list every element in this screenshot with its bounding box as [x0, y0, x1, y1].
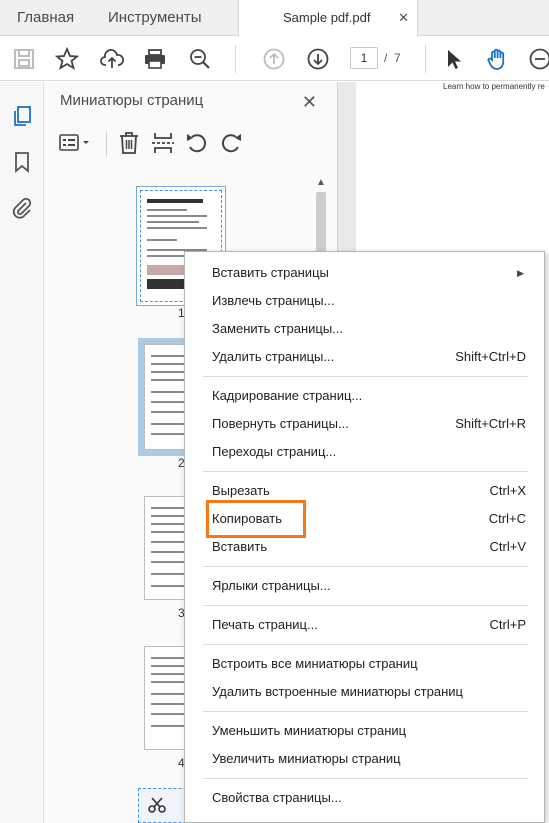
tab-home[interactable]: Главная — [17, 0, 74, 36]
select-arrow-icon[interactable] — [442, 47, 466, 71]
menu-item-delete-pages[interactable]: Удалить страницы... Shift+Ctrl+D — [185, 344, 544, 370]
menu-item-page-transitions[interactable]: Переходы страниц... — [185, 439, 544, 465]
menu-item-page-labels[interactable]: Ярлыки страницы... — [185, 573, 544, 599]
toolbar: 1 / 7 — [0, 37, 549, 81]
hand-tool-icon[interactable] — [485, 47, 509, 71]
toolbar-divider — [235, 45, 236, 73]
tab-document[interactable]: Sample pdf.pdf ✕ — [238, 0, 418, 37]
menu-separator — [203, 605, 528, 606]
rotate-cw-icon[interactable] — [218, 130, 244, 156]
menu-item-copy[interactable]: Копировать Ctrl+C — [185, 500, 544, 538]
zoom-out-icon[interactable] — [528, 47, 549, 71]
context-menu: Вставить страницы ▶ Извлечь страницы... … — [184, 251, 545, 823]
menu-item-replace-pages[interactable]: Заменить страницы... — [185, 316, 544, 342]
menu-item-enlarge-thumbnails[interactable]: Увеличить миниатюры страниц — [185, 746, 544, 772]
toolbar-divider — [425, 45, 426, 73]
menu-item-print-pages[interactable]: Печать страниц... Ctrl+P — [185, 612, 544, 638]
page-separator: / — [384, 51, 388, 65]
menu-separator — [203, 566, 528, 567]
menu-item-embed-thumbnails[interactable]: Встроить все миниатюры страниц — [185, 651, 544, 677]
menu-separator — [203, 376, 528, 377]
save-icon[interactable] — [12, 47, 36, 71]
menu-separator — [203, 471, 528, 472]
menu-item-reduce-thumbnails[interactable]: Уменьшить миниатюры страниц — [185, 718, 544, 744]
page-up-icon[interactable] — [262, 47, 286, 71]
rotate-ccw-icon[interactable] — [184, 130, 210, 156]
page-down-icon[interactable] — [306, 47, 330, 71]
print-icon[interactable] — [143, 47, 167, 71]
menu-separator — [203, 644, 528, 645]
page-total: 7 — [394, 51, 401, 65]
menu-item-paste[interactable]: Вставить Ctrl+V — [185, 534, 544, 560]
trash-icon[interactable] — [116, 130, 142, 156]
tab-bar: Главная Инструменты Sample pdf.pdf ✕ — [0, 0, 549, 37]
menu-separator — [203, 711, 528, 712]
tab-document-title: Sample pdf.pdf — [283, 10, 371, 25]
menu-item-extract-pages[interactable]: Извлечь страницы... — [185, 288, 544, 314]
menu-separator — [203, 778, 528, 779]
document-text: Learn how to permanently re — [443, 82, 545, 91]
menu-item-page-properties[interactable]: Свойства страницы... — [185, 785, 544, 811]
tab-close-icon[interactable]: ✕ — [398, 0, 409, 36]
submenu-arrow-icon: ▶ — [517, 268, 524, 278]
zoom-out-search-icon[interactable] — [188, 47, 212, 71]
menu-item-cut[interactable]: Вырезать Ctrl+X — [185, 478, 544, 504]
scissors-icon — [147, 795, 167, 815]
menu-item-crop-pages[interactable]: Кадрирование страниц... — [185, 383, 544, 409]
panel-close-icon[interactable]: ✕ — [302, 92, 317, 113]
page-number-input[interactable]: 1 — [350, 47, 378, 69]
menu-item-rotate-pages[interactable]: Повернуть страницы... Shift+Ctrl+R — [185, 411, 544, 437]
pages-icon[interactable] — [10, 104, 34, 128]
menu-item-insert-pages[interactable]: Вставить страницы ▶ — [185, 260, 544, 286]
menu-item-remove-embedded-thumbnails[interactable]: Удалить встроенные миниатюры страниц — [185, 679, 544, 705]
panel-title: Миниатюры страниц — [60, 92, 204, 109]
panel-toolbar-divider — [106, 132, 107, 156]
tab-tools[interactable]: Инструменты — [108, 0, 202, 36]
star-icon[interactable] — [54, 46, 80, 71]
insert-page-icon[interactable] — [150, 130, 176, 156]
bookmark-icon[interactable] — [10, 150, 34, 174]
navigation-rail — [0, 82, 44, 823]
attachment-icon[interactable] — [10, 196, 34, 220]
scroll-up-icon[interactable]: ▲ — [314, 176, 328, 190]
upload-cloud-icon[interactable] — [100, 47, 124, 71]
options-menu-icon[interactable] — [58, 130, 94, 156]
